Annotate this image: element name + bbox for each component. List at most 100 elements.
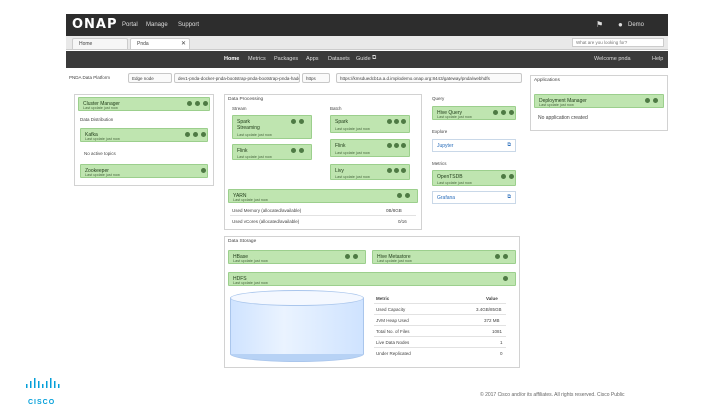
user-icon[interactable]: ● — [618, 20, 623, 29]
hive-query-card[interactable]: Hive Query Last update just now — [432, 106, 516, 120]
stream-title: Stream — [232, 106, 247, 111]
flink-batch-card[interactable]: Flink Last update just now — [330, 139, 410, 157]
nav-packages[interactable]: Packages — [274, 56, 298, 62]
settings-icon[interactable] — [405, 193, 410, 198]
nav-guide[interactable]: Guide — [356, 56, 371, 62]
hdfs-card[interactable]: HDFS Last update just now — [228, 272, 516, 286]
gateway-url[interactable]: https://kmsduedcb1a.a.d.implodemo.onap.o… — [336, 73, 522, 83]
info-icon[interactable] — [291, 148, 296, 153]
zookeeper-card[interactable]: Zookeeper Last update just now — [80, 164, 208, 178]
info-icon[interactable] — [495, 254, 500, 259]
settings-icon[interactable] — [195, 101, 200, 106]
hbase-card[interactable]: HBase Last update just now — [228, 250, 366, 264]
grafana-link[interactable]: Grafana ⧉ — [432, 191, 516, 204]
spark-batch-card[interactable]: Spark Last update just now — [330, 115, 410, 133]
close-icon[interactable]: ✕ — [181, 40, 186, 47]
info-icon[interactable] — [187, 101, 192, 106]
no-active-topics: No active topics — [84, 151, 116, 156]
https-label: https — [302, 73, 330, 83]
cisco-bars-icon — [26, 378, 60, 388]
kafka-card[interactable]: Kafka Last update just now — [80, 128, 208, 142]
platform-label: PNDA Data Platform — [69, 75, 111, 80]
info-icon[interactable] — [345, 254, 350, 259]
divider — [374, 325, 506, 326]
hive-query-update: Last update just now — [437, 115, 472, 119]
external-link-icon[interactable]: ⧉ — [372, 55, 376, 62]
info-icon[interactable] — [387, 168, 392, 173]
settings-icon[interactable] — [503, 254, 508, 259]
deployment-manager-card[interactable]: Deployment Manager Last update just now — [534, 94, 664, 108]
nav-datasets[interactable]: Datasets — [328, 56, 350, 62]
edge-node-chip[interactable]: dev1-pnda-docker-pnda-bootstrap-pnda-boo… — [174, 73, 300, 83]
data-storage-title: Data Storage — [228, 239, 257, 244]
settings-icon[interactable] — [299, 119, 304, 124]
flag-icon[interactable]: ⚑ — [596, 20, 603, 29]
yarn-update: Last update just now — [233, 198, 268, 202]
settings-icon[interactable] — [653, 98, 658, 103]
help-icon[interactable] — [203, 101, 208, 106]
data-processing-title: Data Processing — [228, 97, 264, 102]
external-link-icon[interactable]: ⧉ — [507, 194, 511, 200]
edge-node-label: Edge node — [128, 73, 172, 83]
info-icon[interactable] — [291, 119, 296, 124]
hive-metastore-card[interactable]: Hive Metastore Last update just now — [372, 250, 516, 264]
help-icon[interactable] — [201, 132, 206, 137]
metric-jvm-heap: JVM Heap Used — [376, 318, 409, 323]
settings-icon[interactable] — [193, 132, 198, 137]
settings-icon[interactable] — [394, 168, 399, 173]
user-name[interactable]: Demo — [628, 22, 644, 28]
info-icon[interactable] — [493, 110, 498, 115]
info-icon[interactable] — [645, 98, 650, 103]
support-link[interactable]: Support — [178, 22, 199, 28]
help-icon[interactable] — [401, 119, 406, 124]
no-application-text: No application created — [538, 115, 588, 121]
help-icon[interactable] — [401, 143, 406, 148]
metric-total-files: Total No. of Files — [376, 329, 410, 334]
search-input[interactable]: What are you looking for? — [572, 38, 664, 47]
tab-home[interactable]: Home — [72, 38, 128, 49]
info-icon[interactable] — [201, 168, 206, 173]
value-jvm-heap: 372 MB — [484, 318, 500, 323]
info-icon[interactable] — [387, 119, 392, 124]
data-distribution-title: Data Distribution — [80, 117, 114, 122]
batch-title: Batch — [330, 106, 342, 111]
spark-streaming-card[interactable]: Spark Streaming Last update just now — [232, 115, 312, 139]
jupyter-link[interactable]: Jupyter ⧉ — [432, 139, 516, 152]
cluster-manager-card[interactable]: Cluster Manager Last update just now — [78, 97, 210, 111]
settings-icon[interactable] — [501, 110, 506, 115]
settings-icon[interactable] — [394, 119, 399, 124]
divider — [374, 347, 506, 348]
opentsdb-card[interactable]: OpenTSDB Last update just now — [432, 170, 516, 186]
flink-stream-card[interactable]: Flink Last update just now — [232, 144, 312, 160]
info-icon[interactable] — [503, 276, 508, 281]
deployment-manager-update: Last update just now — [539, 103, 574, 107]
nav-apps[interactable]: Apps — [306, 56, 319, 62]
flink-stream-title: Flink — [237, 148, 248, 154]
nav-metrics[interactable]: Metrics — [248, 56, 266, 62]
manage-link[interactable]: Manage — [146, 22, 168, 28]
yarn-card[interactable]: YARN Last update just now — [228, 189, 418, 203]
livy-card[interactable]: Livy Last update just now — [330, 164, 410, 180]
settings-icon[interactable] — [299, 148, 304, 153]
external-link-icon[interactable]: ⧉ — [507, 142, 511, 148]
info-icon[interactable] — [397, 193, 402, 198]
settings-icon[interactable] — [509, 174, 514, 179]
settings-icon[interactable] — [353, 254, 358, 259]
info-icon[interactable] — [501, 174, 506, 179]
help-link[interactable]: Help — [652, 56, 663, 62]
welcome-user[interactable]: Welcome pnda — [594, 56, 631, 62]
tab-pnda[interactable]: Pnda ✕ — [130, 38, 190, 49]
value-header: Value — [486, 296, 498, 301]
livy-update: Last update just now — [335, 175, 370, 179]
nav-home[interactable]: Home — [224, 56, 239, 62]
settings-icon[interactable] — [394, 143, 399, 148]
used-memory-label: Used Memory (allocated/available) — [232, 208, 302, 213]
help-icon[interactable] — [401, 168, 406, 173]
cylinder-body — [230, 298, 364, 354]
portal-link[interactable]: Portal — [122, 22, 138, 28]
help-icon[interactable] — [509, 110, 514, 115]
divider — [374, 303, 506, 304]
info-icon[interactable] — [185, 132, 190, 137]
query-title: Query — [432, 96, 445, 101]
info-icon[interactable] — [387, 143, 392, 148]
